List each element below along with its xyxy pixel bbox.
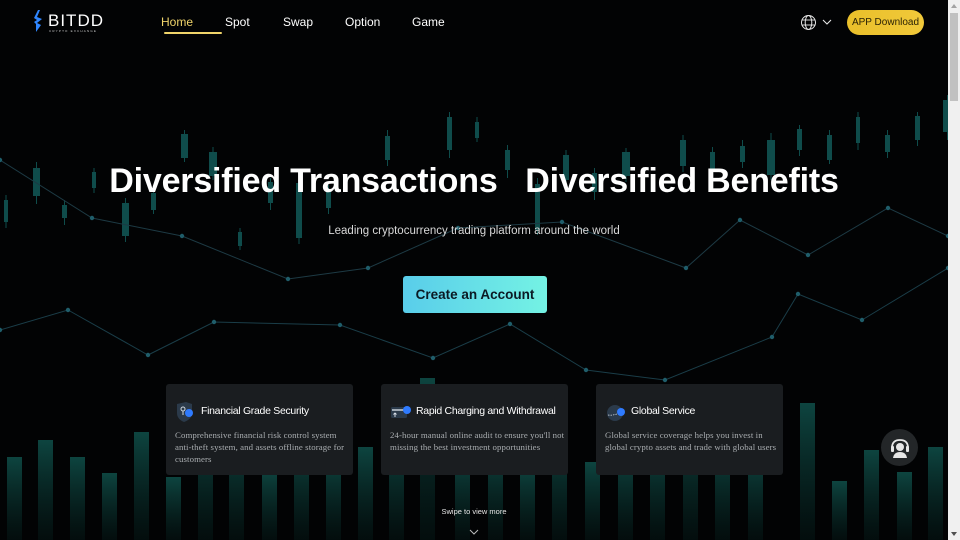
trend-point <box>885 205 891 211</box>
trend-point <box>365 265 371 271</box>
decor-bar <box>70 457 85 540</box>
nav-item-game[interactable]: Game <box>412 15 445 35</box>
decor-bar <box>520 466 535 540</box>
candle-body <box>385 136 390 160</box>
brand-name: BITDD <box>48 11 104 30</box>
trend-point <box>89 215 95 221</box>
scroll-down-button[interactable] <box>948 528 960 540</box>
feature-title: Financial Grade Security <box>201 405 309 417</box>
nav-item-spot[interactable]: Spot <box>225 15 283 35</box>
trend-point <box>65 307 71 313</box>
decor-bar <box>134 432 149 540</box>
trend-point <box>507 321 513 327</box>
trend-point <box>0 327 3 333</box>
hero-subtitle: Leading cryptocurrency trading platform … <box>328 225 620 237</box>
page-viewport: BITDD CRYPTO EXCHANGE Home Spot Swap Opt… <box>0 0 948 540</box>
candle-body <box>740 146 745 162</box>
chevron-down-icon[interactable] <box>469 528 479 536</box>
feature-description: Global service coverage helps you invest… <box>605 430 777 452</box>
nav-item-swap[interactable]: Swap <box>283 15 345 35</box>
trend-point <box>859 317 865 323</box>
candle-body <box>4 200 8 222</box>
scroll-down-arrow-icon <box>951 532 957 536</box>
trend-point <box>211 319 217 325</box>
candle-body <box>915 116 920 140</box>
decor-bar <box>864 450 879 540</box>
candle-body <box>885 135 890 152</box>
trend-point <box>737 217 743 223</box>
trend-point <box>285 276 291 282</box>
top-navigation-bar: BITDD CRYPTO EXCHANGE Home Spot Swap Opt… <box>0 0 948 46</box>
scroll-up-arrow-icon <box>951 4 957 8</box>
candle-body <box>447 117 452 150</box>
chevron-down-icon <box>822 19 832 25</box>
swipe-hint: Swipe to view more <box>441 507 507 516</box>
decor-bar <box>262 470 277 540</box>
decor-bar <box>7 457 22 540</box>
main-nav: Home Spot Swap Option Game <box>161 15 445 35</box>
nav-item-option[interactable]: Option <box>345 15 412 35</box>
trend-point <box>662 377 668 383</box>
feature-card-global: Global Service Global service coverage h… <box>596 384 783 475</box>
feature-title: Rapid Charging and Withdrawal <box>416 405 556 417</box>
trend-point <box>337 322 343 328</box>
scroll-up-button[interactable] <box>948 0 960 12</box>
customer-support-button[interactable] <box>881 429 918 466</box>
feature-description: Comprehensive financial risk control sys… <box>175 430 345 464</box>
candle-body <box>475 122 479 138</box>
decor-bar <box>358 447 373 540</box>
vertical-scrollbar[interactable] <box>948 0 960 540</box>
hero-title: Diversified Transactions Diversified Ben… <box>109 162 839 200</box>
candle-body <box>827 135 832 160</box>
trend-point <box>769 334 775 340</box>
feature-title: Global Service <box>631 405 696 417</box>
language-selector[interactable] <box>800 13 832 31</box>
brand-logo[interactable]: BITDD CRYPTO EXCHANGE <box>34 10 104 36</box>
trend-point <box>430 355 436 361</box>
feature-description: 24-hour manual online audit to ensure yo… <box>390 430 565 452</box>
feature-card-security: Financial Grade Security Comprehensive f… <box>166 384 353 475</box>
brand-tagline: CRYPTO EXCHANGE <box>49 29 98 33</box>
decor-bar <box>38 440 53 540</box>
app-download-button[interactable]: APP Download <box>847 10 924 35</box>
customer-service-icon <box>890 438 909 458</box>
trend-point <box>583 367 589 373</box>
decor-bar <box>800 403 815 540</box>
trend-point <box>683 265 689 271</box>
feature-card-charging: Rapid Charging and Withdrawal 24-hour ma… <box>381 384 568 475</box>
trend-point <box>559 219 565 225</box>
trend-point <box>145 352 151 358</box>
candle-body <box>181 134 188 158</box>
candle-body <box>856 117 860 143</box>
shield-lock-icon <box>177 402 193 422</box>
logo-mark-icon <box>34 10 42 32</box>
candle-body <box>62 205 67 218</box>
create-account-button[interactable]: Create an Account <box>403 276 547 313</box>
nav-item-home[interactable]: Home <box>161 15 225 35</box>
trend-point <box>795 291 801 297</box>
decor-bar <box>928 447 943 540</box>
decor-bar <box>897 472 912 540</box>
candle-body <box>797 129 802 150</box>
globe-service-icon <box>607 405 625 421</box>
scroll-thumb[interactable] <box>950 13 958 101</box>
globe-icon <box>801 14 816 30</box>
trend-point <box>805 252 811 258</box>
card-transfer-icon <box>391 406 411 418</box>
